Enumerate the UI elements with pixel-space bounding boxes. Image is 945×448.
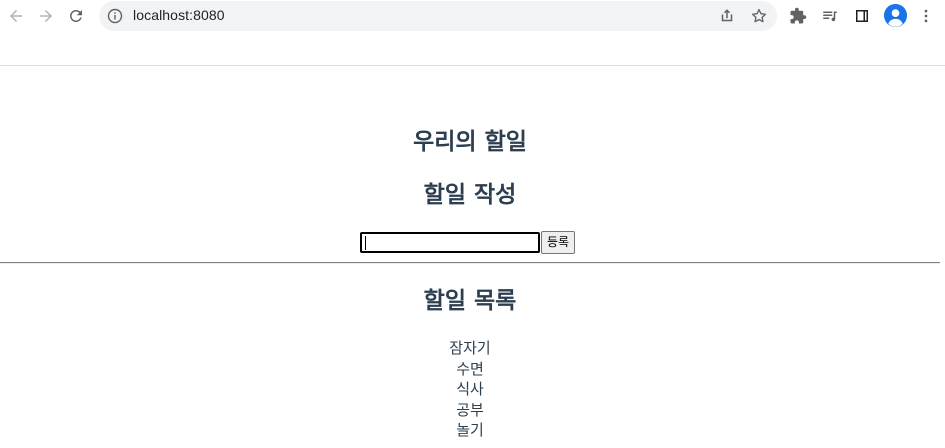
page-title: 우리의 할일 [413, 129, 527, 155]
todo-item: 잠자기 [449, 339, 491, 357]
todo-form: 등록 [360, 230, 576, 254]
divider-line [0, 262, 940, 264]
list-heading: 할일 목록 [423, 288, 517, 314]
site-info-icon[interactable] [107, 8, 123, 24]
submit-button[interactable]: 등록 [541, 230, 576, 254]
back-arrow-icon[interactable] [4, 4, 28, 28]
media-queue-icon[interactable] [818, 4, 842, 28]
todo-item: 공부 [456, 400, 484, 419]
form-heading: 할일 작성 [423, 182, 517, 208]
side-panel-icon[interactable] [850, 4, 874, 28]
text-caret [365, 236, 366, 251]
page-content: 우리의 할일 할일 작성 등록 할일 목록 잠자기 수면 식사 공부 놀기 [0, 66, 940, 448]
reload-icon[interactable] [64, 4, 88, 28]
address-bar[interactable]: localhost:8080 [99, 1, 777, 31]
url-text[interactable]: localhost:8080 [133, 7, 225, 23]
todo-input[interactable] [360, 231, 540, 253]
more-menu-icon[interactable] [914, 4, 938, 28]
todo-item: 놀기 [456, 421, 484, 439]
forward-arrow-icon[interactable] [34, 4, 58, 28]
todo-item: 식사 [456, 380, 484, 398]
todo-list: 잠자기 수면 식사 공부 놀기 [0, 338, 940, 441]
bookmark-star-icon[interactable] [749, 6, 769, 26]
share-icon[interactable] [717, 6, 737, 26]
browser-toolbar: localhost:8080 [0, 0, 945, 32]
extensions-icon[interactable] [786, 4, 810, 28]
profile-avatar[interactable] [884, 4, 907, 27]
todo-item: 수면 [456, 359, 484, 378]
